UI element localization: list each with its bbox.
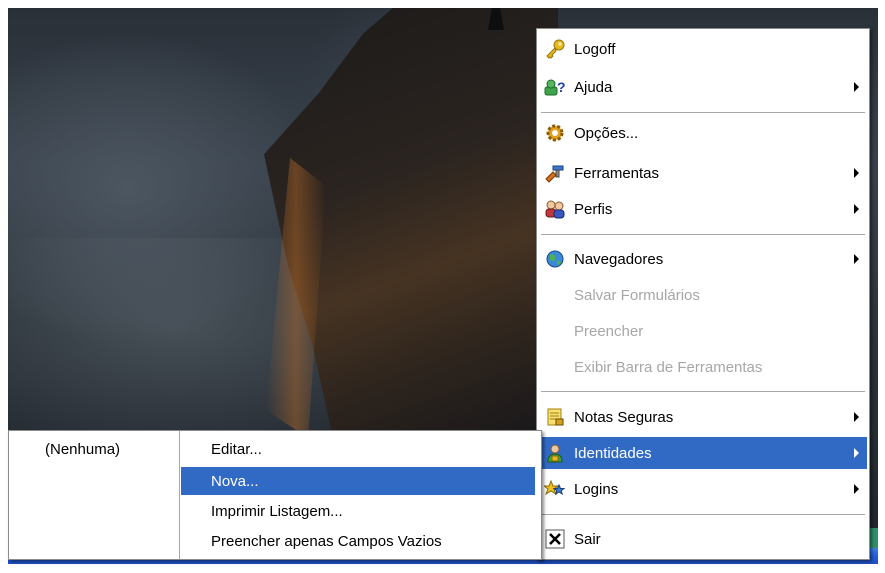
menu-item-preencher: Preencher <box>539 315 867 347</box>
menu-separator <box>541 514 865 515</box>
submenu-arrow-icon <box>854 204 859 214</box>
svg-text:?: ? <box>557 79 566 95</box>
menu-item-label: Notas Seguras <box>574 408 674 426</box>
identity-icon <box>544 442 566 464</box>
menu-item-label: Preencher <box>574 322 644 340</box>
submenu-item-label: Imprimir Listagem... <box>211 502 343 520</box>
submenu-arrow-icon <box>854 254 859 264</box>
submenu-arrow-icon <box>854 168 859 178</box>
menu-item-label: Ferramentas <box>574 164 660 182</box>
help-icon: ? <box>544 76 566 98</box>
menu-item-identidades[interactable]: Identidades <box>539 437 867 469</box>
menu-item-sair[interactable]: Sair <box>539 523 867 555</box>
submenu-arrow-icon <box>854 448 859 458</box>
submenu-item-label: Editar... <box>211 440 262 458</box>
menu-item-salvar-formularios: Salvar Formulários <box>539 279 867 311</box>
menu-item-logins[interactable]: Logins <box>539 473 867 505</box>
menu-item-label: Logoff <box>574 40 616 58</box>
menu-item-navegadores[interactable]: Navegadores <box>539 243 867 275</box>
menu-item-exibir-barra: Exibir Barra de Ferramentas <box>539 351 867 383</box>
gear-icon <box>544 122 566 144</box>
identities-submenu: (Nenhuma) Editar... Nova... Imprimir Lis… <box>8 430 542 560</box>
menu-item-ajuda[interactable]: ? Ajuda <box>539 71 867 103</box>
menu-item-label: Perfis <box>574 200 613 218</box>
users-icon <box>544 198 566 220</box>
menu-item-label: Sair <box>574 530 601 548</box>
note-icon <box>544 406 566 428</box>
identities-list: (Nenhuma) <box>9 431 180 559</box>
globe-icon <box>544 248 566 270</box>
menu-separator <box>541 234 865 235</box>
menu-separator <box>541 112 865 113</box>
submenu-item-editar[interactable]: Editar... <box>181 435 535 463</box>
submenu-item-nova[interactable]: Nova... <box>181 467 535 495</box>
submenu-arrow-icon <box>854 484 859 494</box>
menu-item-logoff[interactable]: Logoff <box>539 33 867 65</box>
tools-icon <box>544 162 566 184</box>
menu-item-label: Exibir Barra de Ferramentas <box>574 358 763 376</box>
submenu-item-imprimir-listagem[interactable]: Imprimir Listagem... <box>181 497 535 525</box>
submenu-item-label: Preencher apenas Campos Vazios <box>211 532 442 550</box>
close-icon <box>544 528 566 550</box>
menu-item-label: Opções... <box>574 124 639 142</box>
submenu-item-preencher-campos-vazios[interactable]: Preencher apenas Campos Vazios <box>181 527 535 555</box>
menu-item-label: Navegadores <box>574 250 664 268</box>
star-icon <box>544 478 566 500</box>
menu-item-opcoes[interactable]: Opções... <box>539 117 867 149</box>
submenu-item-label: Nova... <box>211 472 259 490</box>
menu-item-label: Salvar Formulários <box>574 286 700 304</box>
menu-item-ferramentas[interactable]: Ferramentas <box>539 157 867 189</box>
no-identity-label[interactable]: (Nenhuma) <box>45 441 120 458</box>
menu-item-perfis[interactable]: Perfis <box>539 193 867 225</box>
menu-separator <box>541 391 865 392</box>
key-icon <box>544 38 566 60</box>
menu-item-label: Identidades <box>574 444 652 462</box>
menu-item-notas-seguras[interactable]: Notas Seguras <box>539 401 867 433</box>
menu-item-label: Logins <box>574 480 619 498</box>
context-menu: Logoff ? Ajuda Opções... Ferramentas Per… <box>536 28 870 560</box>
submenu-arrow-icon <box>854 412 859 422</box>
menu-item-label: Ajuda <box>574 78 613 96</box>
submenu-arrow-icon <box>854 82 859 92</box>
